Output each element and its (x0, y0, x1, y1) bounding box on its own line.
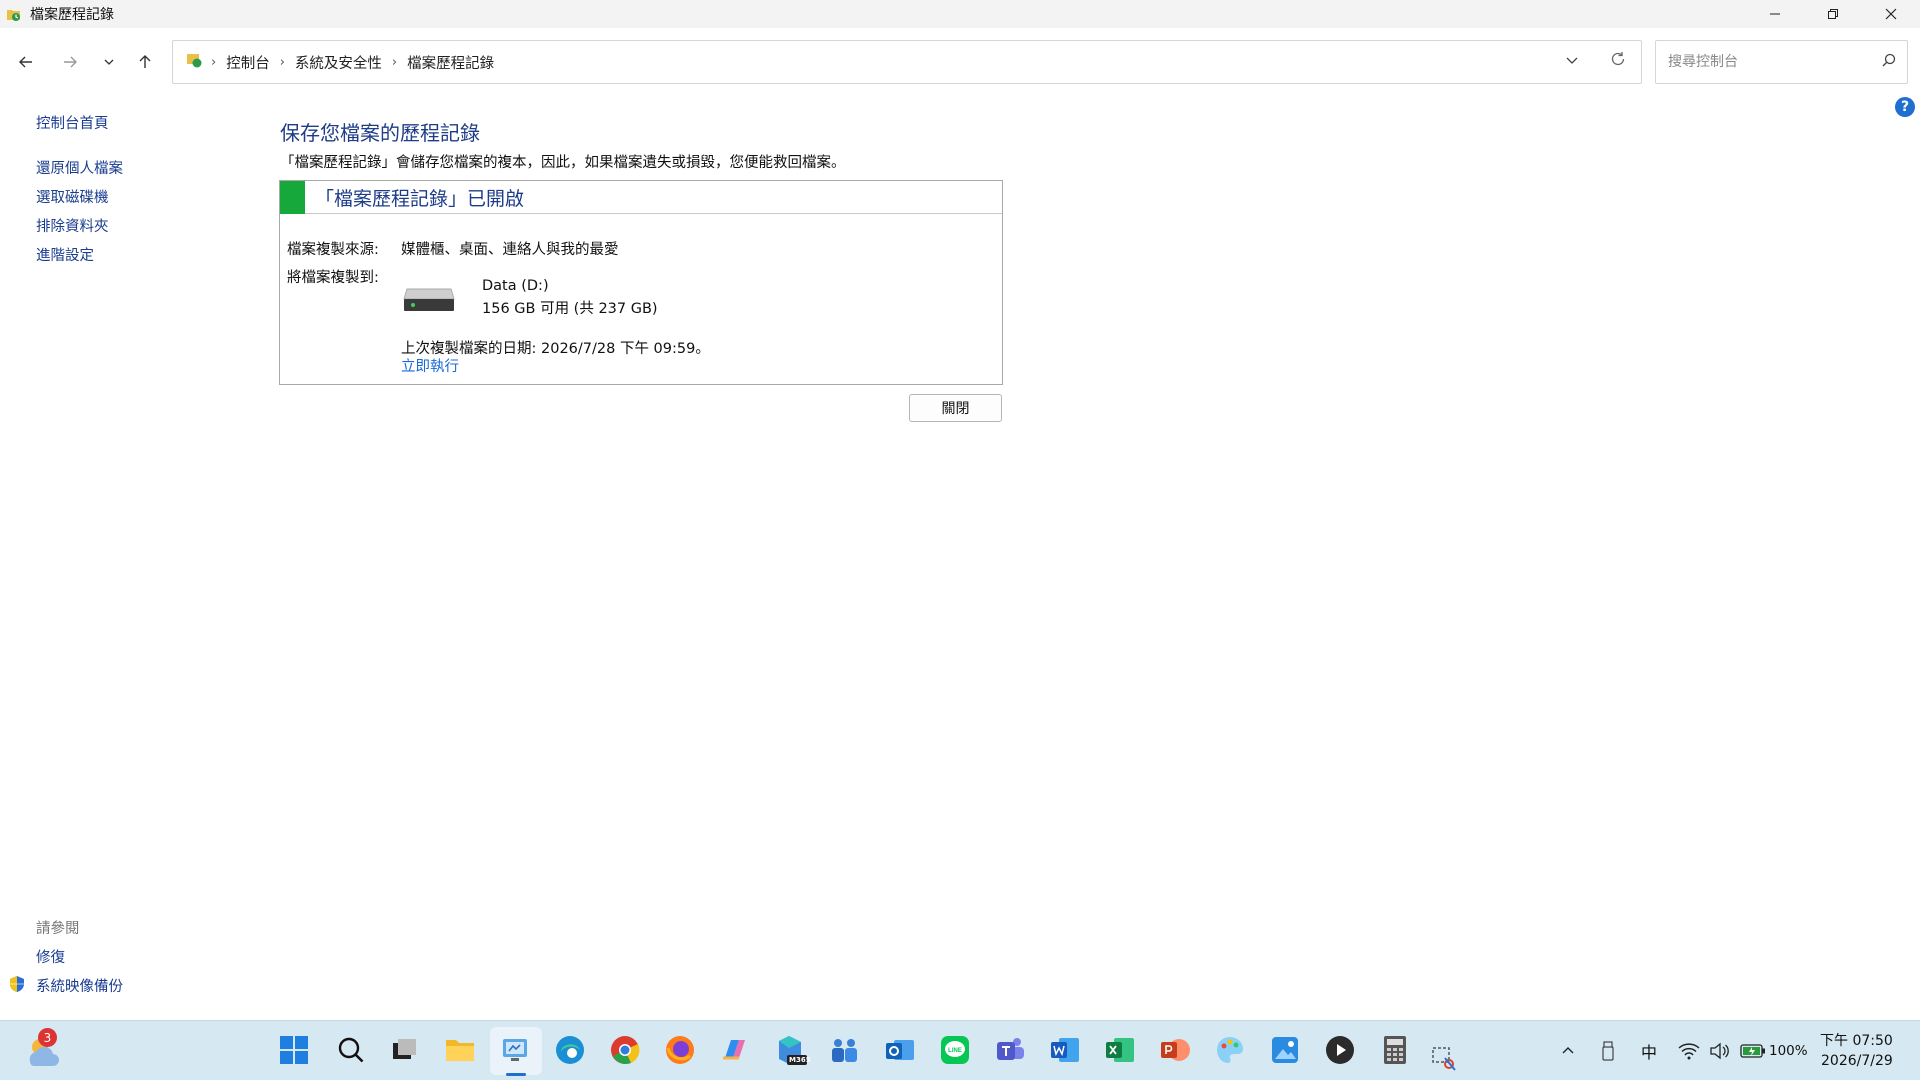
taskbar: 3 M365 LINE 中 100% 下午 07:50 2026/7/29 (0, 1020, 1920, 1080)
status-indicator (280, 181, 305, 214)
navigation-bar: › 控制台 › 系統及安全性 › 檔案歷程記錄 (0, 40, 1920, 84)
close-window-button[interactable] (1862, 0, 1920, 28)
turn-off-button[interactable]: 關閉 (909, 394, 1002, 422)
page-description: 「檔案歷程記錄」會儲存您檔案的複本，因此，如果檔案遺失或損毀，您便能救回檔案。 (280, 155, 846, 171)
teams-icon[interactable] (993, 1033, 1027, 1067)
breadcrumb-control-panel[interactable]: 控制台 (226, 52, 270, 73)
see-also-heading: 請參閱 (36, 921, 80, 937)
shield-icon (8, 975, 26, 997)
address-bar[interactable]: › 控制台 › 系統及安全性 › 檔案歷程記錄 (172, 40, 1642, 84)
copilot-icon[interactable] (718, 1033, 752, 1067)
search-input[interactable] (1666, 53, 1866, 71)
target-label: 將檔案複製到: (287, 270, 379, 286)
m365-label: M365 (789, 1056, 811, 1064)
drive-space: 156 GB 可用 (共 237 GB) (482, 301, 658, 317)
chrome-icon[interactable] (608, 1033, 642, 1067)
chevron-right-icon[interactable]: › (280, 55, 285, 70)
see-also-system-image-backup[interactable]: 系統映像備份 (36, 975, 123, 996)
media-player-icon[interactable] (1323, 1033, 1357, 1067)
back-button[interactable] (12, 48, 40, 76)
wifi-icon[interactable] (1678, 1021, 1700, 1081)
powerpoint-icon[interactable] (1158, 1033, 1192, 1067)
line-icon[interactable]: LINE (938, 1033, 972, 1067)
taskbar-clock[interactable]: 下午 07:50 2026/7/29 (1820, 1031, 1893, 1071)
start-icon[interactable] (277, 1033, 311, 1067)
outlook-icon[interactable] (883, 1033, 917, 1067)
minimize-button[interactable] (1746, 0, 1804, 28)
help-icon[interactable]: ? (1895, 97, 1915, 117)
status-text: 「檔案歷程記錄」已開啟 (315, 188, 525, 210)
people-icon[interactable] (828, 1033, 862, 1067)
svg-text:LINE: LINE (948, 1048, 962, 1054)
battery-icon[interactable] (1740, 1021, 1766, 1081)
calculator-icon[interactable] (1378, 1033, 1412, 1067)
firefox-icon[interactable] (663, 1033, 697, 1067)
chevron-right-icon: › (211, 54, 217, 70)
active-app-indicator (506, 1073, 526, 1076)
window-title: 檔案歷程記錄 (30, 7, 114, 23)
show-hidden-icons-button[interactable] (1560, 1021, 1576, 1081)
search-icon[interactable] (334, 1033, 368, 1067)
photos-icon[interactable] (1268, 1033, 1302, 1067)
title-bar: 檔案歷程記錄 (0, 0, 1920, 28)
see-also-recovery[interactable]: 修復 (36, 946, 65, 967)
clock-time: 下午 07:50 (1820, 1033, 1893, 1049)
ime-indicator[interactable]: 中 (1641, 1021, 1657, 1081)
search-icon[interactable] (1881, 52, 1897, 72)
word-icon[interactable] (1048, 1033, 1082, 1067)
source-label: 檔案複製來源: (287, 242, 379, 258)
chevron-right-icon[interactable]: › (392, 55, 397, 70)
drive-name: Data (D:) (482, 278, 549, 294)
sidebar-item-restore-files[interactable]: 還原個人檔案 (36, 157, 123, 178)
sidebar-item-advanced-settings[interactable]: 進階設定 (36, 244, 94, 265)
excel-icon[interactable] (1103, 1033, 1137, 1067)
file-explorer-icon[interactable] (443, 1033, 477, 1067)
control-panel-icon[interactable] (498, 1033, 532, 1067)
page-title: 保存您檔案的歷程記錄 (280, 121, 480, 145)
address-dropdown-icon[interactable] (1565, 53, 1579, 71)
refresh-icon[interactable] (1609, 50, 1627, 73)
file-history-icon (6, 6, 22, 22)
run-now-link[interactable]: 立即執行 (401, 355, 459, 376)
status-header: 「檔案歷程記錄」已開啟 (280, 181, 1002, 214)
battery-percentage: 100% (1769, 1043, 1808, 1059)
file-history-status-panel: 「檔案歷程記錄」已開啟 檔案複製來源: 媒體櫃、桌面、連絡人與我的最愛 將檔案複… (279, 180, 1003, 385)
m365-icon[interactable]: M365 (773, 1033, 811, 1067)
snipping-tool-icon[interactable] (1430, 1043, 1460, 1073)
task-view-icon[interactable] (387, 1033, 421, 1067)
search-box[interactable] (1655, 40, 1908, 84)
sidebar-item-exclude-folders[interactable]: 排除資料夾 (36, 215, 109, 236)
recent-locations-button[interactable] (95, 48, 123, 76)
maximize-button[interactable] (1804, 0, 1862, 28)
volume-icon[interactable] (1709, 1021, 1729, 1081)
paint-icon[interactable] (1213, 1033, 1247, 1067)
up-button[interactable] (131, 48, 159, 76)
clock-date: 2026/7/29 (1821, 1053, 1893, 1069)
usb-icon[interactable] (1601, 1021, 1615, 1081)
hard-drive-icon (403, 281, 455, 313)
sidebar-item-select-drive[interactable]: 選取磁碟機 (36, 186, 109, 207)
source-value: 媒體櫃、桌面、連絡人與我的最愛 (401, 242, 619, 258)
forward-button[interactable] (56, 48, 84, 76)
breadcrumb-file-history[interactable]: 檔案歷程記錄 (407, 52, 494, 73)
weather-badge: 3 (38, 1028, 57, 1047)
control-panel-icon (185, 51, 203, 73)
sidebar-item-control-panel-home[interactable]: 控制台首頁 (36, 112, 109, 133)
breadcrumb-system-security[interactable]: 系統及安全性 (295, 52, 382, 73)
edge-icon[interactable] (553, 1033, 587, 1067)
